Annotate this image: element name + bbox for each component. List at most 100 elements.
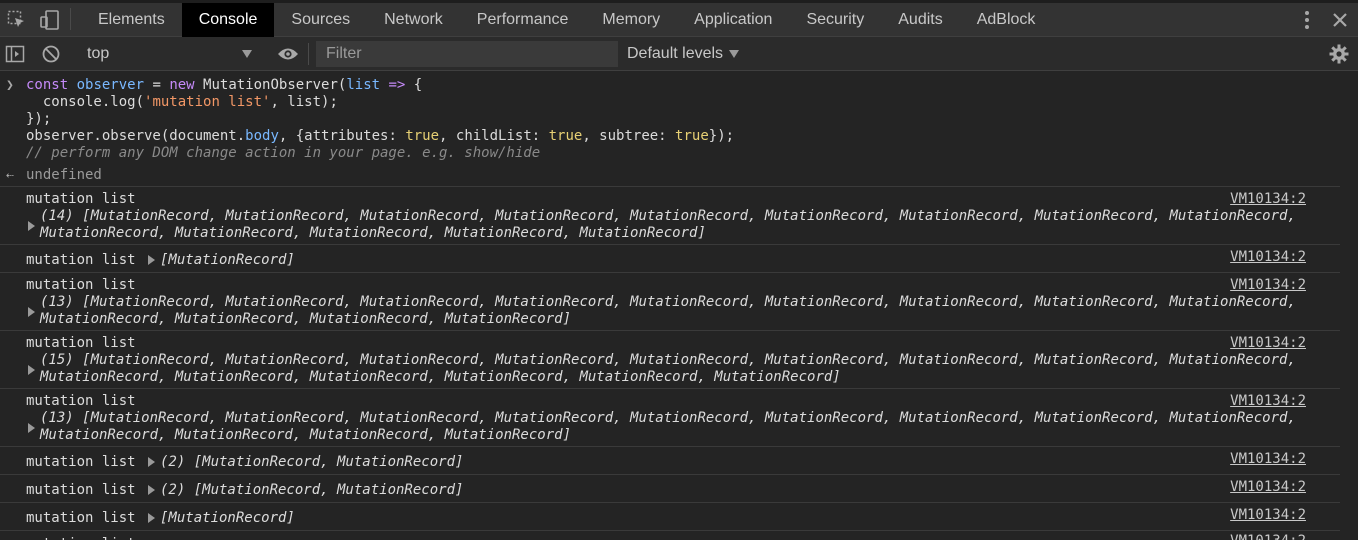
- chevron-down-icon: [242, 50, 252, 58]
- code-line-4: observer.observe(document.body, {attribu…: [26, 128, 734, 145]
- code-line-3: });: [26, 111, 52, 127]
- row-separator: [0, 272, 1340, 273]
- boolean-literal: true: [405, 128, 440, 144]
- tab-security[interactable]: Security: [789, 3, 881, 37]
- tab-console[interactable]: Console: [181, 3, 275, 37]
- log-levels-label: Default levels: [627, 45, 724, 62]
- log-array-preview[interactable]: MutationRecord, MutationRecord, Mutation…: [40, 369, 841, 386]
- code-text: , childList:: [439, 128, 549, 144]
- more-vertical-icon[interactable]: [1292, 3, 1322, 37]
- tab-application[interactable]: Application: [677, 3, 789, 37]
- code-comment: // perform any DOM change action in your…: [26, 145, 541, 161]
- device-toolbar-icon[interactable]: [38, 8, 62, 32]
- code-text: });: [708, 128, 735, 144]
- identifier: observer: [76, 77, 145, 93]
- log-message-label: mutation list: [26, 277, 136, 293]
- log-message-label: mutation list: [26, 454, 136, 470]
- log-array-preview[interactable]: [MutationRecord]: [160, 252, 295, 269]
- expand-triangle-icon[interactable]: [28, 221, 35, 231]
- result-value: undefined: [26, 167, 102, 183]
- row-separator: [0, 502, 1340, 503]
- keyword: new: [169, 77, 195, 93]
- identifier: list: [346, 77, 381, 93]
- code-text: console.log(: [26, 94, 145, 110]
- source-link[interactable]: VM10134:2: [1230, 249, 1306, 266]
- log-array-preview[interactable]: (13) [MutationRecord, MutationRecord, Mu…: [40, 410, 1296, 427]
- close-icon[interactable]: [1322, 3, 1358, 37]
- expand-triangle-icon[interactable]: [148, 485, 155, 495]
- tab-separator: [70, 8, 71, 30]
- context-selector-value: top: [87, 45, 110, 62]
- filter-input[interactable]: [316, 41, 618, 67]
- log-array-preview[interactable]: (2) [MutationRecord, MutationRecord]: [160, 482, 463, 499]
- code-text: , list);: [270, 94, 338, 110]
- log-message-label: mutation list: [26, 482, 136, 498]
- expand-triangle-icon[interactable]: [148, 255, 155, 265]
- boolean-literal: true: [548, 128, 583, 144]
- gear-icon[interactable]: [1328, 43, 1350, 65]
- console-scrollbar[interactable]: [1340, 71, 1358, 540]
- identifier: body: [245, 128, 279, 144]
- log-array-preview[interactable]: (13) [MutationRecord, MutationRecord, Mu…: [40, 294, 1296, 311]
- code-text: observer.observe(document.: [26, 128, 246, 144]
- context-selector[interactable]: top: [76, 40, 262, 68]
- log-array-preview[interactable]: MutationRecord, MutationRecord, Mutation…: [40, 225, 706, 242]
- source-link[interactable]: VM10134:2: [1230, 507, 1306, 524]
- expand-triangle-icon[interactable]: [28, 423, 35, 433]
- expand-triangle-icon[interactable]: [28, 307, 35, 317]
- row-separator: [0, 330, 1340, 331]
- chevron-down-icon: [729, 50, 740, 58]
- source-link[interactable]: VM10134:2: [1230, 479, 1306, 496]
- row-separator: [0, 530, 1340, 531]
- log-array-preview[interactable]: (14) [MutationRecord, MutationRecord, Mu…: [40, 208, 1296, 225]
- tab-network[interactable]: Network: [367, 3, 460, 37]
- input-prompt-chevron-icon: ❯: [6, 78, 14, 93]
- code-line-2: console.log('mutation list', list);: [26, 94, 338, 111]
- tab-adblock[interactable]: AdBlock: [960, 3, 1053, 37]
- tab-performance[interactable]: Performance: [460, 3, 586, 37]
- code-text: , subtree:: [582, 128, 676, 144]
- expand-triangle-icon[interactable]: [148, 457, 155, 467]
- boolean-literal: true: [675, 128, 709, 144]
- expand-triangle-icon[interactable]: [148, 513, 155, 523]
- code-text: {: [413, 77, 423, 93]
- log-message-label: mutation list: [26, 393, 136, 409]
- log-levels-dropdown[interactable]: Default levels: [627, 42, 740, 66]
- result-arrow-icon: ⇠: [6, 168, 14, 183]
- tab-memory[interactable]: Memory: [585, 3, 677, 37]
- inspect-element-icon[interactable]: [6, 9, 28, 31]
- source-link[interactable]: VM10134:2: [1230, 191, 1306, 208]
- tab-sources[interactable]: Sources: [274, 3, 367, 37]
- operator: =: [144, 77, 170, 93]
- expand-triangle-icon[interactable]: [28, 365, 35, 375]
- log-message-label: mutation list: [26, 335, 136, 351]
- source-link[interactable]: VM10134:2: [1230, 277, 1306, 294]
- code-text: MutationObserver(: [194, 77, 347, 93]
- tab-elements[interactable]: Elements: [81, 3, 182, 37]
- log-message-label: mutation list: [26, 510, 136, 526]
- log-array-preview[interactable]: MutationRecord, MutationRecord, Mutation…: [40, 427, 571, 444]
- row-separator: [0, 186, 1340, 187]
- tab-audits[interactable]: Audits: [881, 3, 959, 37]
- log-array-preview[interactable]: (2) [MutationRecord, MutationRecord]: [160, 454, 463, 471]
- string-literal: 'mutation list': [144, 94, 271, 110]
- source-link[interactable]: VM10134:2: [1230, 335, 1306, 352]
- console-output[interactable]: ❯ const observer = new MutationObserver(…: [0, 71, 1358, 540]
- arrow-operator: =>: [380, 77, 414, 93]
- log-message-label: mutation list: [26, 536, 136, 540]
- log-array-preview[interactable]: [MutationRecord]: [160, 510, 295, 527]
- clear-console-icon[interactable]: [40, 43, 62, 65]
- source-link[interactable]: VM10134:2: [1230, 533, 1306, 540]
- live-expression-eye-icon[interactable]: [276, 43, 300, 65]
- log-message-label: mutation list: [26, 191, 136, 207]
- row-separator: [0, 474, 1340, 475]
- source-link[interactable]: VM10134:2: [1230, 393, 1306, 410]
- tabbar-right-controls: [1292, 3, 1358, 37]
- log-array-preview[interactable]: (15) [MutationRecord, MutationRecord, Mu…: [40, 352, 1296, 369]
- row-separator: [0, 388, 1340, 389]
- sidebar-toggle-icon[interactable]: [4, 43, 26, 65]
- log-array-preview[interactable]: MutationRecord, MutationRecord, Mutation…: [40, 311, 571, 328]
- devtools-tab-bar: Elements Console Sources Network Perform…: [0, 0, 1358, 37]
- source-link[interactable]: VM10134:2: [1230, 451, 1306, 468]
- row-separator: [0, 244, 1340, 245]
